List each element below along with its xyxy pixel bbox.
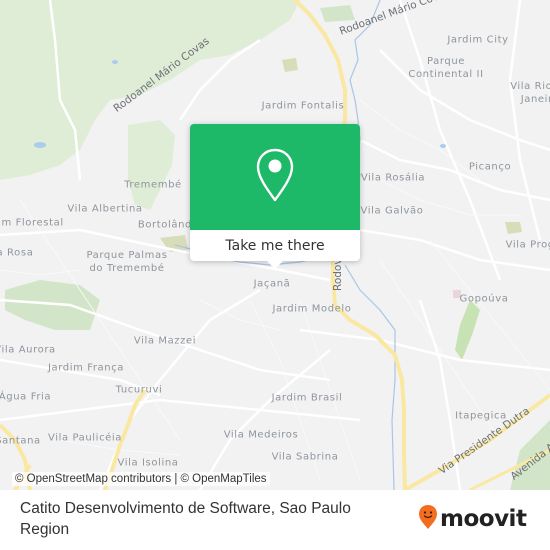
footer: Catito Desenvolvimento de Software, Sao … [0, 490, 550, 550]
place-label: Vila Isolina [117, 457, 179, 469]
place-label: Água Fria [0, 391, 52, 403]
moovit-pin-icon [418, 504, 438, 534]
place-label: Parque Palmas do Tremembé [86, 250, 168, 274]
pond [440, 144, 446, 148]
place-label: Vila Sabrina [271, 451, 339, 463]
place-label: Vila Paulicéia [47, 432, 123, 444]
place-label: Tucuruvi [115, 384, 163, 396]
place-label: Parque Continental II [408, 56, 484, 80]
place-label: Vila Rosa [0, 247, 34, 259]
pond [34, 142, 46, 148]
place-label: Jardim Florestal [0, 217, 64, 229]
place-label: Vila Rosália [360, 172, 426, 184]
place-label: Jardim Brasil [271, 392, 343, 404]
place-label: Vila Rio deJaneiro [510, 81, 550, 105]
pond [112, 60, 118, 64]
park-area [455, 300, 480, 360]
park-area [128, 120, 175, 210]
place-label: Tremembé [124, 179, 182, 191]
map-attribution[interactable]: © OpenStreetMap contributors | © OpenMap… [12, 472, 270, 486]
popup-pointer [267, 261, 283, 269]
park-area [505, 222, 522, 234]
location-title: Catito Desenvolvimento de Software, Sao … [20, 500, 351, 538]
place-label: Vila Mazzei [133, 335, 197, 347]
place-label: Vila Albertina [67, 203, 143, 215]
place-label: Gopoúva [459, 293, 509, 305]
place-label: Vila Galvão [360, 205, 424, 217]
map[interactable]: Jardim City Parque Continental II Vila Rio … [0, 0, 550, 490]
place-label: Santana [0, 435, 41, 447]
place-label: Jardim City [447, 34, 509, 46]
place-label: Itapegica [455, 410, 507, 422]
place-label: Vila Medeiros [223, 429, 299, 441]
place-label: Jaçanã [253, 278, 291, 290]
map-pin-icon [255, 147, 295, 207]
popup-header [190, 124, 360, 230]
place-label: Jardim França [47, 362, 125, 374]
place-label: Jardim Fontalis [261, 100, 345, 112]
place-label: Vila Aurora [0, 344, 56, 356]
moovit-wordmark: moovit [440, 506, 527, 532]
place-label: Picanço [468, 161, 512, 173]
park-area [282, 58, 298, 72]
take-me-there-button[interactable]: Take me there [190, 230, 360, 261]
place-label: Jardim Modelo [272, 303, 352, 315]
moovit-logo[interactable]: moovit [418, 504, 527, 534]
place-label: Vila Progresso [505, 239, 550, 251]
park-area [320, 5, 355, 22]
location-popup: Take me there [190, 124, 360, 269]
